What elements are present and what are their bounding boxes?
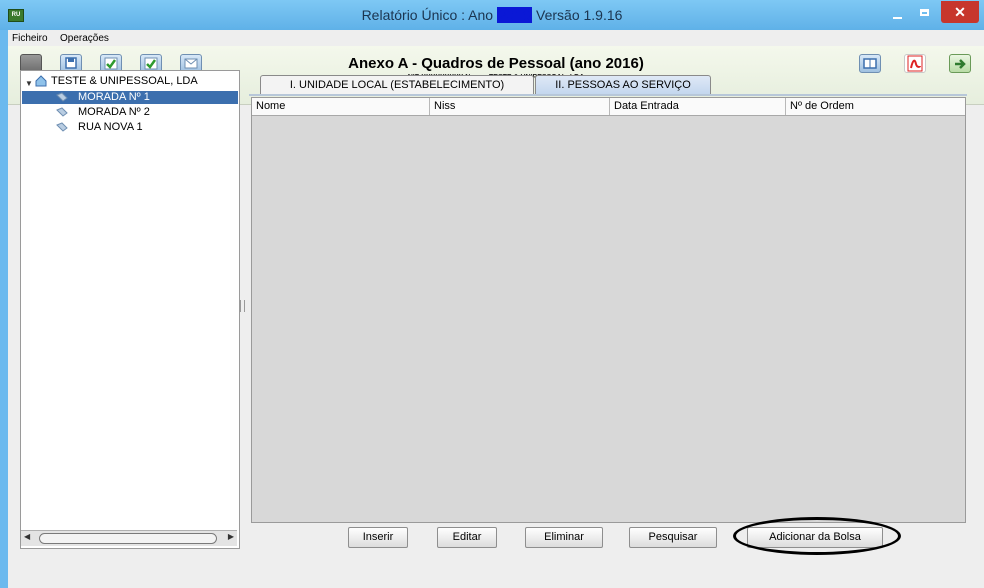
scroll-thumb[interactable] bbox=[39, 533, 217, 544]
eliminar-button[interactable]: Eliminar bbox=[525, 527, 603, 548]
minimize-button[interactable] bbox=[884, 4, 910, 24]
tag-icon bbox=[56, 92, 68, 102]
scroll-left-icon[interactable]: ◀ bbox=[24, 532, 30, 541]
splitter-handle[interactable] bbox=[240, 300, 245, 312]
exit-button[interactable] bbox=[949, 54, 971, 73]
column-header-data-entrada[interactable]: Data Entrada bbox=[610, 98, 786, 115]
menu-operacoes[interactable]: Operações bbox=[60, 33, 109, 44]
tree-horizontal-scrollbar[interactable]: ◀ ▶ bbox=[21, 530, 237, 546]
tree-item-label: RUA NOVA 1 bbox=[78, 121, 143, 133]
title-version: Versão 1.9.16 bbox=[532, 7, 623, 23]
inserir-button[interactable]: Inserir bbox=[348, 527, 408, 548]
tab-unidade-local[interactable]: I. UNIDADE LOCAL (ESTABELECIMENTO) bbox=[260, 75, 534, 95]
tree-item-morada-2[interactable]: MORADA Nº 2 bbox=[22, 106, 238, 119]
tree-panel: ▼ TESTE & UNIPESSOAL, LDA MORADA Nº 1 MO… bbox=[20, 70, 240, 549]
menu-ficheiro[interactable]: Ficheiro bbox=[12, 33, 48, 44]
tree-root-label: TESTE & UNIPESSOAL, LDA bbox=[51, 75, 198, 87]
tree-root[interactable]: ▼ TESTE & UNIPESSOAL, LDA bbox=[21, 75, 239, 88]
tab-pessoas-ao-servico[interactable]: II. PESSOAS AO SERVIÇO bbox=[535, 75, 711, 95]
title-year: 2016 bbox=[496, 7, 533, 23]
home-icon bbox=[35, 75, 47, 87]
tree-item-label: MORADA Nº 1 bbox=[78, 91, 150, 103]
table-header: Nome Niss Data Entrada Nº de Ordem bbox=[252, 98, 965, 116]
book-icon bbox=[860, 55, 880, 72]
tree-item-rua-nova-1[interactable]: RUA NOVA 1 bbox=[22, 121, 238, 134]
tree-item-label: MORADA Nº 2 bbox=[78, 106, 150, 118]
window-title: Relatório Único : Ano 2016 Versão 1.9.16 bbox=[0, 7, 984, 23]
tree-item-morada-1[interactable]: MORADA Nº 1 bbox=[22, 91, 238, 104]
column-header-nome[interactable]: Nome bbox=[252, 98, 430, 115]
column-header-n-ordem[interactable]: Nº de Ordem bbox=[786, 98, 965, 115]
title-prefix: Relatório Único : Ano bbox=[361, 7, 497, 23]
title-bar: RU Relatório Único : Ano 2016 Versão 1.9… bbox=[0, 0, 984, 30]
exit-icon bbox=[950, 55, 970, 72]
column-header-niss[interactable]: Niss bbox=[430, 98, 610, 115]
tag-icon bbox=[56, 107, 68, 117]
tab-underline bbox=[249, 94, 967, 96]
pesquisar-button[interactable]: Pesquisar bbox=[629, 527, 717, 548]
tag-icon bbox=[56, 122, 68, 132]
close-icon: ✕ bbox=[954, 4, 966, 20]
pdf-button[interactable] bbox=[904, 54, 926, 73]
scroll-right-icon[interactable]: ▶ bbox=[228, 532, 234, 541]
maximize-button[interactable] bbox=[912, 4, 938, 24]
highlight-ellipse bbox=[733, 517, 901, 555]
editar-button[interactable]: Editar bbox=[437, 527, 497, 548]
expand-icon[interactable]: ▼ bbox=[25, 77, 33, 90]
people-table[interactable]: Nome Niss Data Entrada Nº de Ordem bbox=[251, 97, 966, 523]
manual-button[interactable] bbox=[859, 54, 881, 73]
pdf-icon bbox=[905, 55, 925, 72]
menu-bar: Ficheiro Operações bbox=[8, 30, 984, 46]
close-button[interactable]: ✕ bbox=[941, 1, 979, 23]
